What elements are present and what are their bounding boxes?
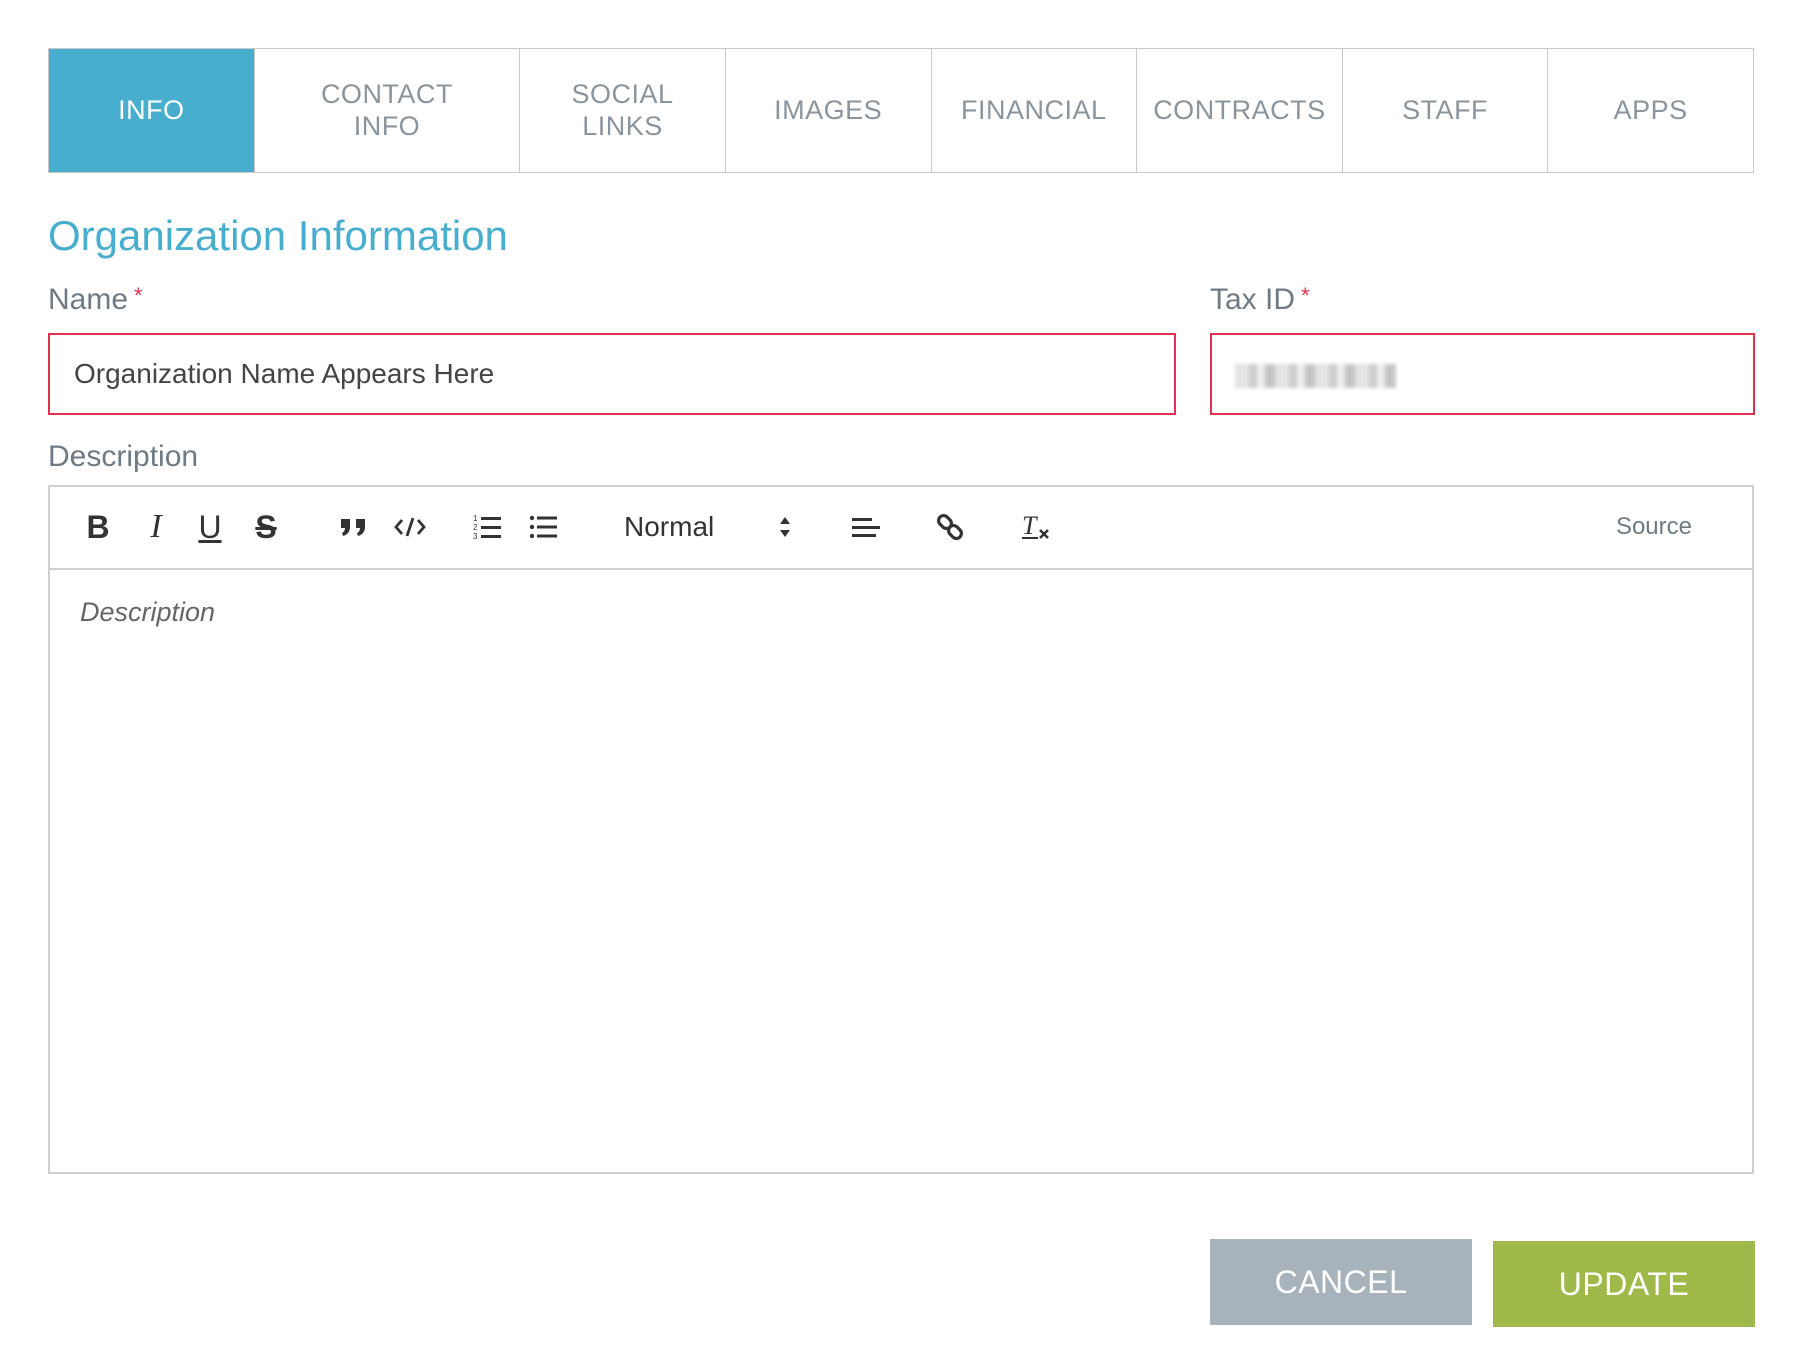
tab-bar: INFO CONTACT INFO SOCIAL LINKS IMAGES FI… [48, 48, 1754, 173]
required-mark: * [1301, 283, 1310, 308]
tax-id-label-text: Tax ID [1210, 283, 1296, 316]
svg-text:1: 1 [473, 514, 478, 523]
tab-social-links[interactable]: SOCIAL LINKS [519, 49, 725, 172]
tab-staff[interactable]: STAFF [1341, 49, 1548, 172]
tab-apps[interactable]: APPS [1547, 49, 1753, 172]
cancel-button[interactable]: CANCEL [1210, 1239, 1472, 1325]
rich-text-editor: B I U S 123 Normal T Source Description [48, 485, 1754, 1174]
underline-icon[interactable]: U [192, 505, 228, 549]
bold-icon[interactable]: B [80, 505, 116, 549]
strike-icon[interactable]: S [248, 505, 284, 549]
heading-select[interactable]: Normal [624, 505, 794, 549]
heading-select-value: Normal [624, 511, 715, 542]
section-title: Organization Information [48, 212, 508, 259]
name-input[interactable] [48, 333, 1176, 415]
tab-info[interactable]: INFO [49, 49, 254, 172]
link-icon[interactable] [930, 505, 970, 549]
ordered-list-icon[interactable]: 123 [468, 505, 508, 549]
italic-icon[interactable]: I [138, 505, 174, 549]
svg-text:3: 3 [473, 532, 478, 541]
svg-text:2: 2 [473, 523, 478, 532]
tab-financial[interactable]: FINANCIAL [930, 49, 1137, 172]
tax-id-label: Tax ID * [1210, 283, 1310, 317]
name-label-text: Name [48, 283, 129, 316]
source-button[interactable]: Source [1616, 513, 1692, 541]
quote-icon[interactable] [334, 505, 374, 549]
tab-contact-info[interactable]: CONTACT INFO [253, 49, 520, 172]
svg-text:T: T [1022, 512, 1038, 540]
required-mark: * [134, 283, 143, 308]
code-icon[interactable] [390, 505, 430, 549]
tab-contracts[interactable]: CONTRACTS [1136, 49, 1342, 172]
editor-toolbar: B I U S 123 Normal T Source [50, 487, 1752, 570]
select-arrows-icon[interactable] [772, 505, 798, 549]
align-left-icon[interactable] [846, 505, 886, 549]
description-placeholder[interactable]: Description [80, 597, 215, 628]
tab-images[interactable]: IMAGES [724, 49, 931, 172]
clear-format-icon[interactable]: T [1016, 505, 1056, 549]
update-button[interactable]: UPDATE [1493, 1241, 1755, 1327]
description-label: Description [48, 440, 199, 473]
bullet-list-icon[interactable] [524, 505, 564, 549]
name-label: Name * [48, 283, 143, 317]
redacted-value [1235, 364, 1397, 388]
